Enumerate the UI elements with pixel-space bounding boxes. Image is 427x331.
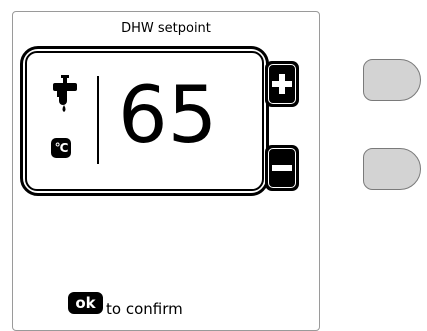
hardware-button-bottom[interactable] bbox=[363, 148, 421, 190]
display-divider bbox=[97, 76, 99, 164]
setpoint-value: 65 bbox=[118, 71, 218, 161]
panel-title: DHW setpoint bbox=[121, 21, 211, 36]
confirm-hint: to confirm bbox=[106, 300, 183, 318]
decrease-button[interactable] bbox=[265, 145, 299, 191]
ok-icon: ok bbox=[68, 292, 103, 314]
celsius-icon: °C bbox=[51, 138, 71, 158]
minus-icon bbox=[272, 165, 292, 171]
plus-icon bbox=[272, 74, 292, 94]
increase-button[interactable] bbox=[265, 61, 299, 107]
tap-icon bbox=[51, 75, 79, 121]
hardware-button-top[interactable] bbox=[363, 59, 421, 101]
